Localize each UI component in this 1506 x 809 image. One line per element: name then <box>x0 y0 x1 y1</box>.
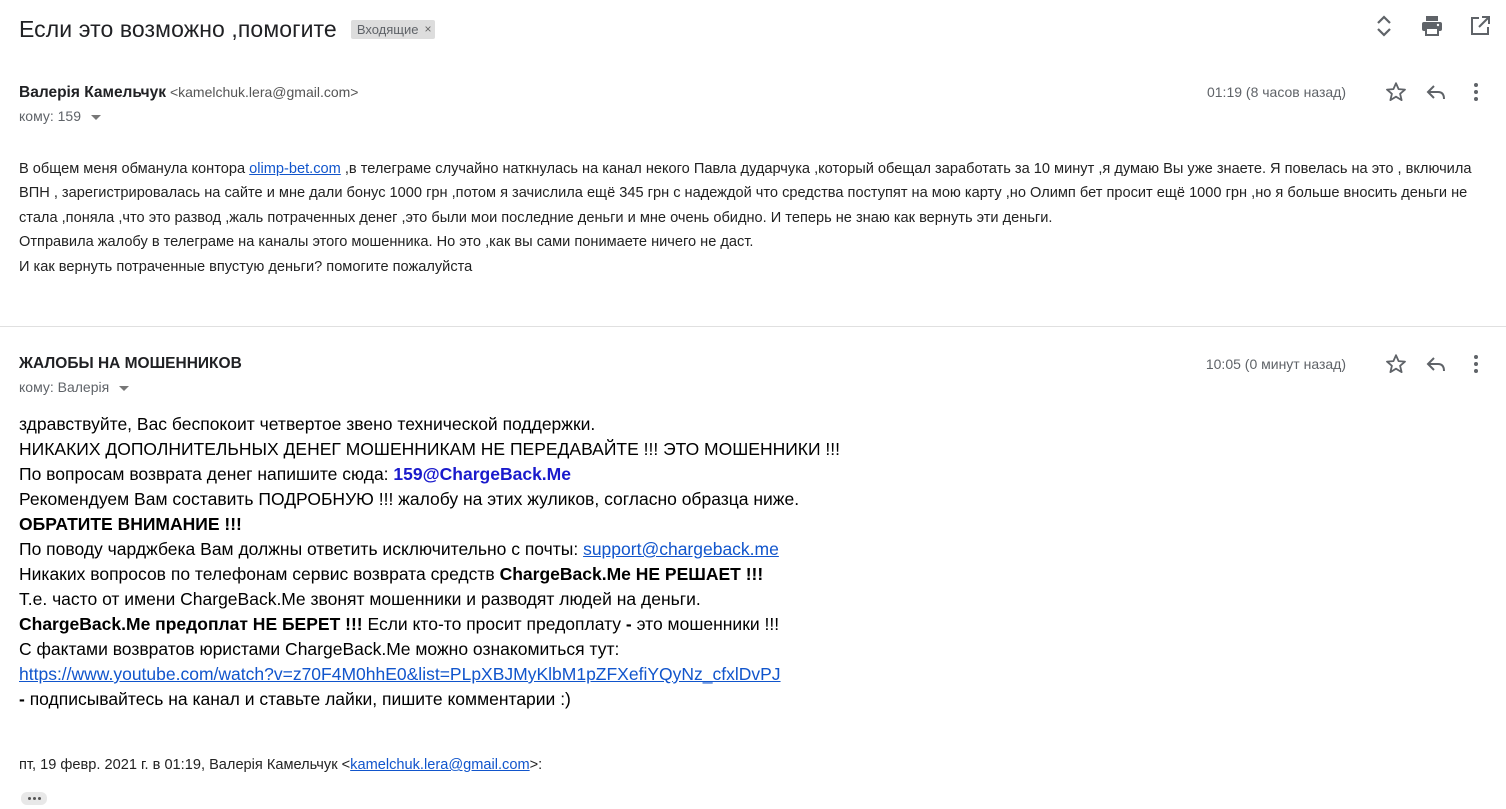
reply-icon[interactable] <box>1424 80 1448 104</box>
message-divider <box>0 326 1506 327</box>
line: По поводу чарджбека Вам должны ответить … <box>19 539 779 559</box>
recipients: кому: 159 <box>19 108 81 124</box>
line: Рекомендуем Вам составить ПОДРОБНУЮ !!! … <box>19 489 800 509</box>
line: ОБРАТИТЕ ВНИМАНИЕ !!! <box>19 514 242 534</box>
dot <box>37 797 41 800</box>
line: НИКАКИХ ДОПОЛНИТЕЛЬНЫХ ДЕНЕГ МОШЕННИКАМ … <box>19 439 841 459</box>
recipients-row: кому: Валерія <box>19 379 1506 395</box>
more-vert-icon[interactable] <box>1464 352 1488 376</box>
print-icon[interactable] <box>1420 14 1444 38</box>
paragraph: Отправила жалобу в телеграме на каналы э… <box>19 234 754 251</box>
message1-meta: 01:19 (8 часов назад) <box>1207 80 1488 104</box>
show-details-icon[interactable] <box>91 114 101 120</box>
youtube-link[interactable]: https://www.youtube.com/watch?v=z70F4M0h… <box>19 664 781 684</box>
line: https://www.youtube.com/watch?v=z70F4M0h… <box>19 662 1489 687</box>
message1-body: В общем меня обманула контора olimp-bet.… <box>19 157 1489 279</box>
message-time: 01:19 (8 часов назад) <box>1206 84 1346 100</box>
paragraph: И как вернуть потраченные впустую деньги… <box>19 258 473 275</box>
dot <box>32 797 36 800</box>
message2-body: здравствуйте, Вас беспокоит четвертое зв… <box>19 412 1489 712</box>
line: Т.е. часто от имени ChargeBack.Me звонят… <box>19 589 701 609</box>
support-email-link[interactable]: support@chargeback.me <box>583 539 779 559</box>
unfold-icon[interactable] <box>1372 14 1396 38</box>
more-vert-icon[interactable] <box>1464 80 1488 104</box>
line: Никаких вопросов по телефонам сервис воз… <box>19 564 764 584</box>
sender-name[interactable]: Валерія Камельчук <box>19 84 166 102</box>
dot <box>27 797 31 800</box>
show-details-icon[interactable] <box>119 385 130 391</box>
line: здравствуйте, Вас беспокоит четвертое зв… <box>19 414 596 434</box>
reply-icon[interactable] <box>1424 352 1448 376</box>
recipients-row: кому: 159 <box>19 108 1506 124</box>
paragraph: В общем меня обманула контора olimp-bet.… <box>19 161 1472 226</box>
line: - подписывайтесь на канал и ставьте лайк… <box>19 689 571 709</box>
sender-name[interactable]: ЖАЛОБЫ НА МОШЕННИКОВ <box>19 355 242 373</box>
contact-email[interactable]: 159@ChargeBack.Me <box>393 464 571 484</box>
line: ChargeBack.Me предоплат НЕ БЕРЕТ !!! Есл… <box>19 614 780 634</box>
star-icon[interactable] <box>1384 80 1408 104</box>
quoted-email-link[interactable]: kamelchuk.lera@gmail.com <box>350 757 529 773</box>
subject-row: Если это возможно ,помогите Входящие × <box>19 12 436 46</box>
message-time: 10:05 (0 минут назад) <box>1205 356 1346 372</box>
thread-toolbar <box>1372 14 1492 38</box>
inbox-label-chip[interactable]: Входящие × <box>350 19 436 39</box>
line: С фактами возвратов юристами ChargeBack.… <box>19 639 620 659</box>
label-text: Входящие <box>356 21 419 37</box>
quoted-header: пт, 19 февр. 2021 г. в 01:19, Валерія Ка… <box>19 757 543 773</box>
sender-email: <kamelchuk.lera@gmail.com> <box>169 84 359 100</box>
star-icon[interactable] <box>1384 352 1408 376</box>
open-in-new-icon[interactable] <box>1468 14 1492 38</box>
show-trimmed-content-button[interactable] <box>21 792 47 805</box>
olimp-bet-link[interactable]: olimp-bet.com <box>249 161 341 177</box>
recipients: кому: Валерія <box>19 379 110 395</box>
message2-meta: 10:05 (0 минут назад) <box>1206 352 1488 376</box>
line: По вопросам возврата денег напишите сюда… <box>19 464 571 484</box>
thread-subject: Если это возможно ,помогите <box>19 15 337 42</box>
remove-label-icon[interactable]: × <box>424 22 431 36</box>
